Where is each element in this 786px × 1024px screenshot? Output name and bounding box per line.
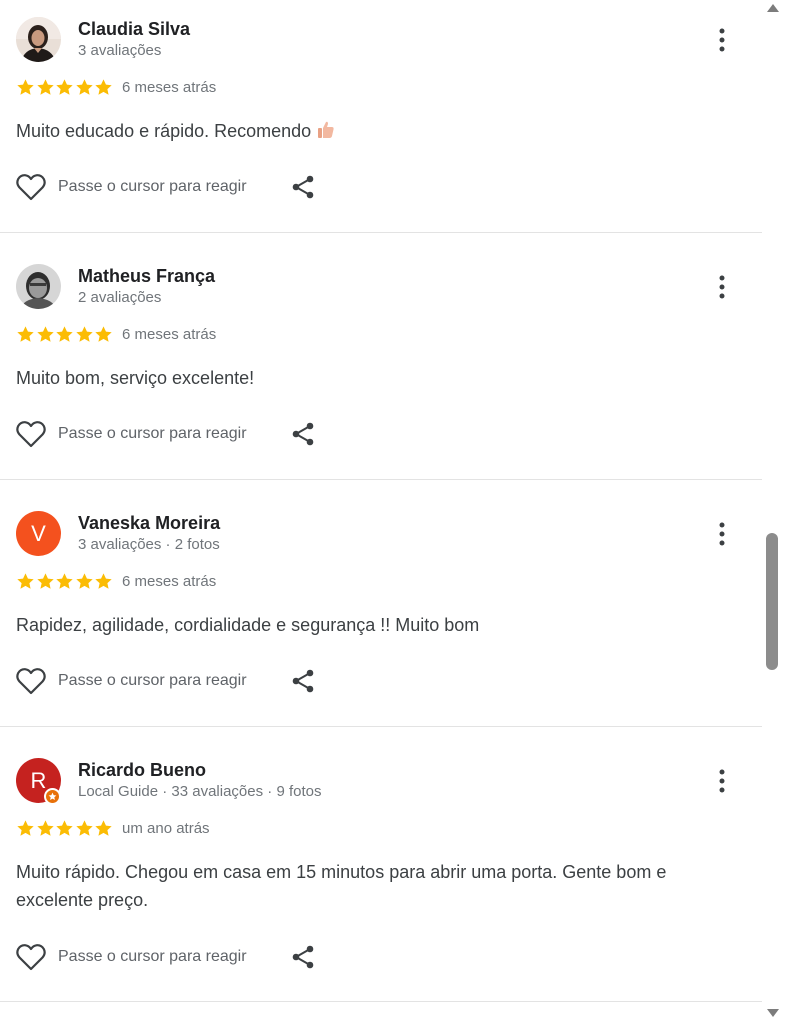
heart-icon[interactable] bbox=[16, 667, 46, 695]
react-label[interactable]: Passe o cursor para reagir bbox=[58, 178, 247, 196]
rating-stars bbox=[16, 572, 114, 592]
reviewer-name[interactable]: Vaneska Moreira bbox=[78, 513, 220, 534]
reviewer-name[interactable]: Claudia Silva bbox=[78, 19, 190, 40]
star-icon bbox=[56, 326, 73, 342]
rating-stars bbox=[16, 325, 114, 345]
star-icon bbox=[17, 820, 34, 836]
review-actions: Passe o cursor para reagir bbox=[16, 419, 316, 449]
review-actions: Passe o cursor para reagir bbox=[16, 942, 316, 972]
react-label[interactable]: Passe o cursor para reagir bbox=[58, 425, 247, 443]
share-icon[interactable] bbox=[290, 421, 316, 447]
divider bbox=[0, 726, 762, 727]
share-icon[interactable] bbox=[290, 944, 316, 970]
review-card: Matheus França 2 avaliações 6 meses atrá… bbox=[0, 247, 762, 480]
divider bbox=[0, 232, 762, 233]
reviewer-meta: 3 avaliações bbox=[78, 42, 162, 59]
more-vertical-icon bbox=[719, 275, 725, 299]
thumbs-up-icon bbox=[318, 121, 334, 138]
share-icon[interactable] bbox=[290, 174, 316, 200]
local-guide-badge bbox=[44, 788, 61, 805]
star-icon bbox=[75, 79, 93, 95]
scrollbar-thumb[interactable] bbox=[766, 533, 778, 670]
more-vertical-icon bbox=[719, 28, 725, 52]
share-icon[interactable] bbox=[290, 668, 316, 694]
reviewer-meta: 3 avaliações · 2 fotos bbox=[78, 536, 220, 553]
react-label[interactable]: Passe o cursor para reagir bbox=[58, 948, 247, 966]
reviewer-avatar[interactable]: V bbox=[16, 511, 61, 556]
review-date: 6 meses atrás bbox=[122, 326, 217, 343]
rating-stars bbox=[16, 819, 114, 839]
more-options-button[interactable] bbox=[708, 520, 736, 548]
vertical-scrollbar[interactable] bbox=[762, 0, 786, 1024]
review-date: 6 meses atrás bbox=[122, 573, 217, 590]
reviewer-name[interactable]: Matheus França bbox=[78, 266, 215, 287]
star-icon bbox=[56, 820, 73, 836]
reviewer-name[interactable]: Ricardo Bueno bbox=[78, 760, 206, 781]
star-icon bbox=[36, 79, 54, 95]
star-icon bbox=[36, 573, 54, 589]
reviewer-meta: 2 avaliações bbox=[78, 289, 162, 306]
star-icon bbox=[56, 79, 73, 95]
heart-icon[interactable] bbox=[16, 943, 46, 971]
react-label[interactable]: Passe o cursor para reagir bbox=[58, 672, 247, 690]
star-icon bbox=[95, 573, 112, 589]
scroll-down-arrow-icon[interactable] bbox=[767, 1009, 779, 1017]
reviewer-meta: Local Guide · 33 avaliações · 9 fotos bbox=[78, 783, 322, 800]
star-icon bbox=[36, 820, 54, 836]
review-text: Muito bom, serviço excelente! bbox=[16, 368, 255, 388]
review-card: R Ricardo Bueno Local Guide · 33 avaliaç… bbox=[0, 741, 762, 1002]
heart-icon[interactable] bbox=[16, 420, 46, 448]
star-icon bbox=[95, 79, 112, 95]
divider bbox=[0, 479, 762, 480]
more-options-button[interactable] bbox=[708, 273, 736, 301]
reviewer-avatar[interactable] bbox=[16, 17, 61, 62]
star-icon bbox=[75, 326, 93, 342]
reviewer-avatar[interactable] bbox=[16, 264, 61, 309]
star-icon bbox=[17, 79, 34, 95]
star-icon bbox=[36, 326, 54, 342]
more-options-button[interactable] bbox=[708, 26, 736, 54]
star-icon bbox=[48, 792, 57, 800]
reviews-list: Claudia Silva 3 avaliações 6 meses atrás… bbox=[0, 0, 762, 1024]
more-vertical-icon bbox=[719, 769, 725, 793]
review-actions: Passe o cursor para reagir bbox=[16, 666, 316, 696]
review-actions: Passe o cursor para reagir bbox=[16, 172, 316, 202]
more-vertical-icon bbox=[719, 522, 725, 546]
star-icon bbox=[17, 326, 34, 342]
star-icon bbox=[75, 573, 93, 589]
star-icon bbox=[75, 820, 93, 836]
review-card: V Vaneska Moreira 3 avaliações · 2 fotos… bbox=[0, 494, 762, 727]
divider bbox=[0, 1001, 762, 1002]
review-card: Claudia Silva 3 avaliações 6 meses atrás… bbox=[0, 0, 762, 233]
review-date: um ano atrás bbox=[122, 820, 210, 837]
review-text: Muito rápido. Chegou em casa em 15 minut… bbox=[16, 862, 667, 910]
star-icon bbox=[17, 573, 34, 589]
star-icon bbox=[56, 573, 73, 589]
scroll-up-arrow-icon[interactable] bbox=[767, 4, 779, 12]
rating-stars bbox=[16, 78, 114, 98]
star-icon bbox=[95, 326, 112, 342]
review-text: Rapidez, agilidade, cordialidade e segur… bbox=[16, 615, 480, 635]
star-icon bbox=[95, 820, 112, 836]
heart-icon[interactable] bbox=[16, 173, 46, 201]
review-text: Muito educado e rápido. Recomendo bbox=[16, 121, 312, 141]
review-date: 6 meses atrás bbox=[122, 79, 217, 96]
more-options-button[interactable] bbox=[708, 767, 736, 795]
review-text-container: Muito educado e rápido. Recomendo bbox=[16, 117, 736, 145]
